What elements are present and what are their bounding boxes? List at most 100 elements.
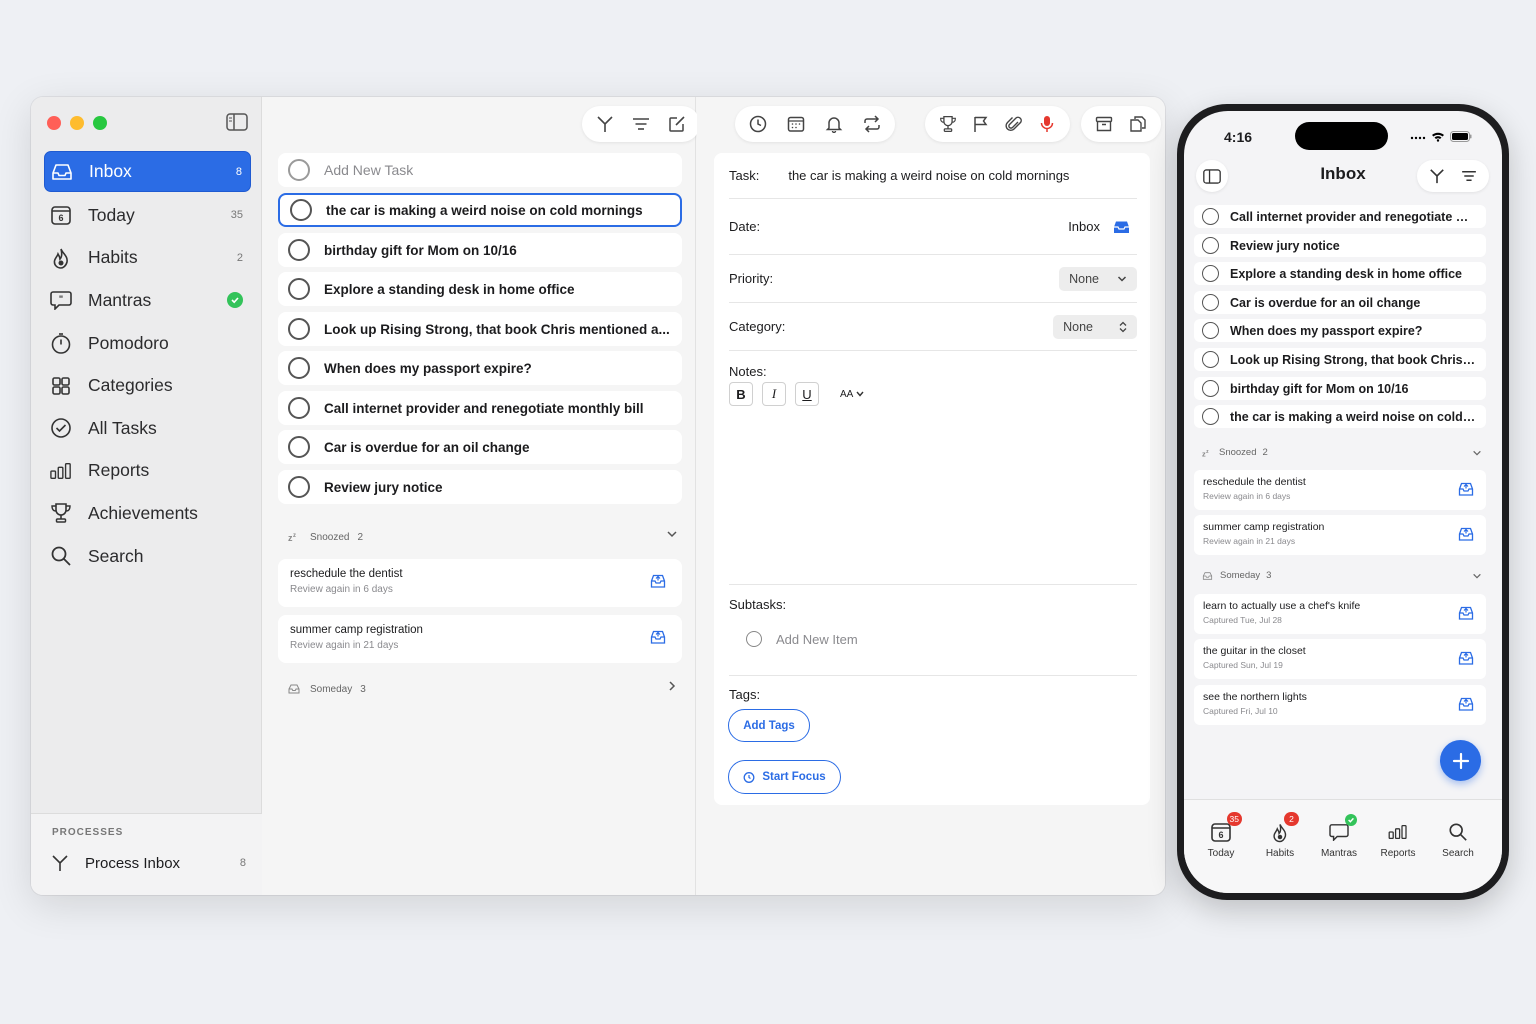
task-row[interactable]: the car is making a weird noise on cold … — [278, 193, 682, 227]
task-checkbox[interactable] — [288, 476, 310, 498]
phone-task-row[interactable]: When does my passport expire? — [1194, 319, 1486, 342]
sidebar-item-categories[interactable]: Categories — [44, 364, 251, 407]
snoozed-item[interactable]: reschedule the dentist Review again in 6… — [278, 559, 682, 607]
sidebar-item-search[interactable]: Search — [44, 535, 251, 578]
date-value[interactable]: Inbox — [1068, 219, 1100, 234]
sort-icon[interactable] — [630, 113, 652, 135]
move-to-inbox-icon[interactable] — [1458, 650, 1474, 666]
task-checkbox[interactable] — [288, 397, 310, 419]
move-to-inbox-icon[interactable] — [1458, 526, 1474, 542]
phone-task-row[interactable]: Car is overdue for an oil change — [1194, 291, 1486, 314]
phone-task-row[interactable]: Look up Rising Strong, that book Chris m… — [1194, 348, 1486, 371]
tab-today[interactable]: 6 35 Today — [1191, 812, 1251, 859]
move-to-inbox-icon[interactable] — [1458, 481, 1474, 497]
sidebar-item-process-inbox[interactable]: Process Inbox 8 — [51, 854, 246, 872]
sidebar-toggle-icon[interactable] — [226, 113, 248, 131]
duplicate-icon[interactable] — [1127, 113, 1149, 135]
move-to-inbox-icon[interactable] — [650, 573, 666, 589]
task-row[interactable]: Review jury notice — [278, 470, 682, 504]
phone-snoozed-item[interactable]: summer camp registration Review again in… — [1194, 515, 1486, 555]
zoom-window-button[interactable] — [93, 116, 107, 130]
chevron-right-icon[interactable] — [666, 680, 678, 692]
move-to-inbox-icon[interactable] — [1458, 696, 1474, 712]
calendar-icon[interactable] — [785, 113, 807, 135]
snoozed-item[interactable]: summer camp registration Review again in… — [278, 615, 682, 663]
chevron-down-icon[interactable] — [1472, 448, 1482, 458]
priority-select[interactable]: None — [1059, 266, 1137, 291]
tab-mantras[interactable]: Mantras — [1309, 814, 1369, 859]
chevron-down-icon[interactable] — [666, 528, 678, 540]
phone-task-row[interactable]: Explore a standing desk in home office — [1194, 262, 1486, 285]
phone-task-row[interactable]: the car is making a weird noise on cold … — [1194, 405, 1486, 428]
task-checkbox[interactable] — [288, 357, 310, 379]
phone-someday-item[interactable]: learn to actually use a chef's knife Cap… — [1194, 594, 1486, 634]
task-checkbox[interactable] — [1202, 351, 1219, 368]
tab-search[interactable]: Search — [1428, 820, 1488, 859]
underline-button[interactable]: U — [795, 382, 819, 406]
phone-snoozed-item[interactable]: reschedule the dentist Review again in 6… — [1194, 470, 1486, 510]
task-checkbox[interactable] — [288, 436, 310, 458]
close-window-button[interactable] — [47, 116, 61, 130]
trophy-icon[interactable] — [937, 113, 959, 135]
start-focus-button[interactable]: Start Focus — [728, 760, 841, 794]
sidebar-item-pomodoro[interactable]: Pomodoro — [44, 322, 251, 365]
task-checkbox[interactable] — [1202, 322, 1219, 339]
repeat-icon[interactable] — [861, 113, 883, 135]
phone-someday-header[interactable]: Someday 3 — [1202, 570, 1482, 581]
sidebar-item-inbox[interactable]: Inbox 8 — [44, 151, 251, 192]
phone-someday-item[interactable]: the guitar in the closet Captured Sun, J… — [1194, 639, 1486, 679]
sidebar-item-habits[interactable]: Habits 2 — [44, 237, 251, 280]
task-checkbox[interactable] — [1202, 237, 1219, 254]
sort-icon[interactable] — [1461, 170, 1477, 182]
add-tags-button[interactable]: Add Tags — [728, 709, 810, 742]
clock-icon[interactable] — [747, 113, 769, 135]
phone-snoozed-header[interactable]: zz Snoozed 2 — [1202, 447, 1482, 458]
task-checkbox[interactable] — [1202, 294, 1219, 311]
task-checkbox[interactable] — [1202, 265, 1219, 282]
add-task-fab[interactable] — [1440, 740, 1481, 781]
phone-someday-item[interactable]: see the northern lights Captured Fri, Ju… — [1194, 685, 1486, 725]
phone-task-row[interactable]: Call internet provider and renegotiate m… — [1194, 205, 1486, 228]
microphone-icon[interactable] — [1036, 113, 1058, 135]
sidebar-item-all-tasks[interactable]: All Tasks — [44, 407, 251, 450]
snoozed-section-header[interactable]: zz Snoozed 2 — [288, 531, 678, 543]
compose-icon[interactable] — [666, 113, 688, 135]
tab-habits[interactable]: 2 Habits — [1250, 812, 1310, 859]
sidebar-item-mantras[interactable]: " Mantras — [44, 279, 251, 322]
task-checkbox[interactable] — [288, 318, 310, 340]
sidebar-item-achievements[interactable]: Achievements — [44, 492, 251, 535]
bold-button[interactable]: B — [729, 382, 753, 406]
task-row[interactable]: Explore a standing desk in home office — [278, 272, 682, 306]
category-select[interactable]: None — [1053, 314, 1137, 339]
move-to-inbox-icon[interactable] — [1458, 605, 1474, 621]
add-new-task-input[interactable]: Add New Task — [278, 153, 682, 187]
task-row[interactable]: When does my passport expire? — [278, 351, 682, 385]
minimize-window-button[interactable] — [70, 116, 84, 130]
task-checkbox[interactable] — [288, 278, 310, 300]
phone-task-row[interactable]: Review jury notice — [1194, 234, 1486, 257]
inbox-icon[interactable] — [1113, 220, 1130, 234]
flag-icon[interactable] — [970, 113, 992, 135]
someday-section-header[interactable]: Someday 3 — [288, 680, 678, 695]
task-row[interactable]: Look up Rising Strong, that book Chris m… — [278, 312, 682, 346]
task-row[interactable]: Car is overdue for an oil change — [278, 430, 682, 464]
font-size-button[interactable]: AA — [840, 389, 864, 400]
tab-reports[interactable]: Reports — [1368, 820, 1428, 859]
italic-button[interactable]: I — [762, 382, 786, 406]
task-checkbox[interactable] — [290, 199, 312, 221]
paperclip-icon[interactable] — [1003, 113, 1025, 135]
task-row[interactable]: birthday gift for Mom on 10/16 — [278, 233, 682, 267]
task-row[interactable]: Call internet provider and renegotiate m… — [278, 391, 682, 425]
bell-icon[interactable] — [823, 113, 845, 135]
archive-icon[interactable] — [1093, 113, 1115, 135]
task-checkbox[interactable] — [1202, 380, 1219, 397]
notes-editor[interactable] — [729, 415, 1137, 585]
move-to-inbox-icon[interactable] — [650, 629, 666, 645]
task-title-field[interactable]: the car is making a weird noise on cold … — [788, 168, 1069, 183]
task-checkbox[interactable] — [288, 239, 310, 261]
sidebar-item-reports[interactable]: Reports — [44, 450, 251, 493]
sidebar-item-today[interactable]: 6 Today 35 — [44, 194, 251, 237]
process-icon[interactable] — [594, 113, 616, 135]
task-checkbox[interactable] — [1202, 208, 1219, 225]
add-subtask-input[interactable]: Add New Item — [746, 631, 858, 647]
